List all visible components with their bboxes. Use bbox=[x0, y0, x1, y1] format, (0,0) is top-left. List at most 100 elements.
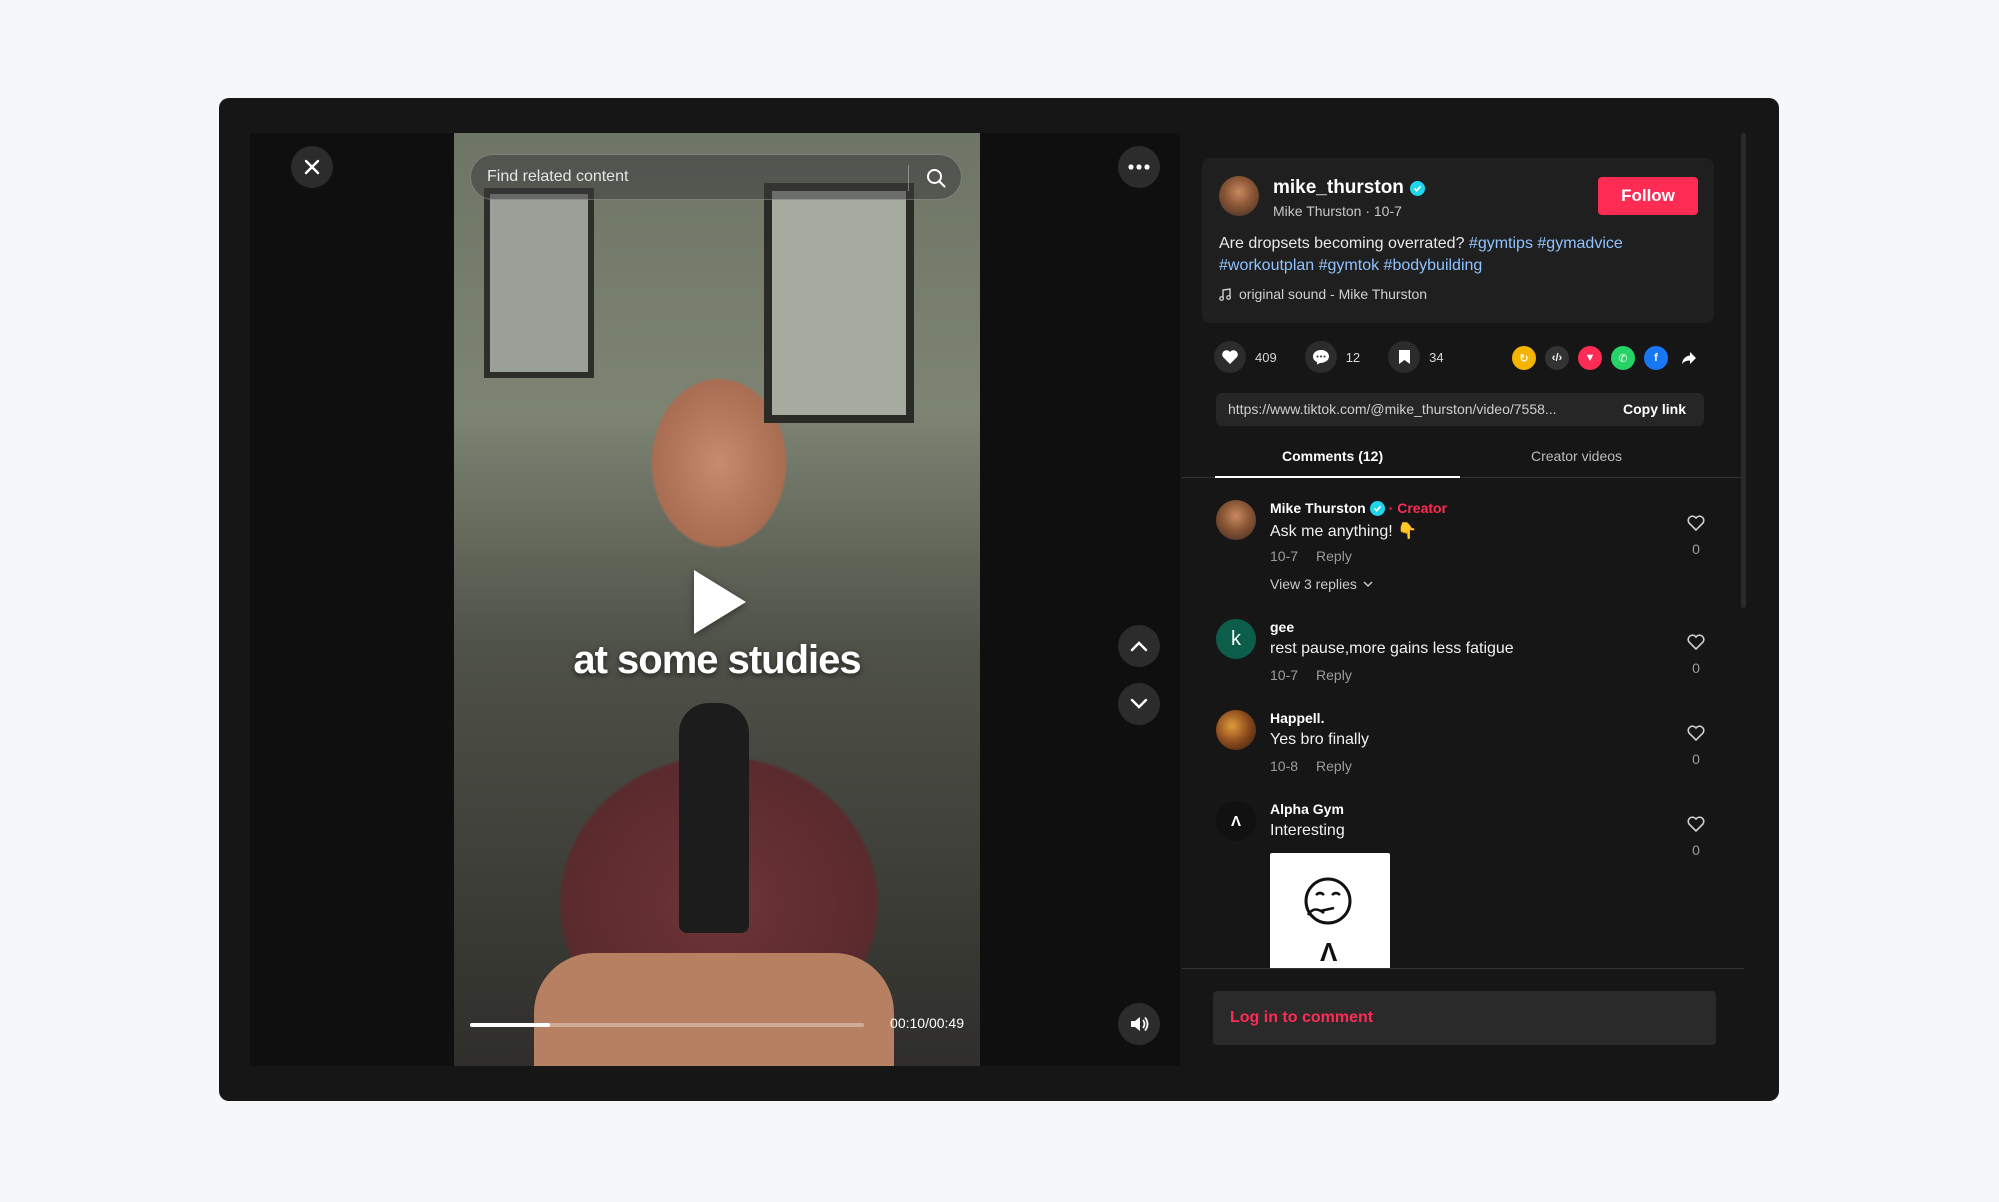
comment-sticker[interactable]: Λ bbox=[1270, 853, 1390, 968]
heart-outline-icon[interactable] bbox=[1686, 815, 1706, 833]
like-count: 409 bbox=[1255, 349, 1277, 365]
hashtag[interactable]: #gymtips bbox=[1469, 235, 1533, 252]
comment-date: 10-8 bbox=[1270, 758, 1299, 774]
comment-text: Interesting bbox=[1270, 822, 1345, 839]
heart-outline-icon[interactable] bbox=[1686, 724, 1706, 742]
repost-icon[interactable]: ↻ bbox=[1512, 346, 1536, 370]
commenter-avatar[interactable]: k bbox=[1216, 619, 1256, 659]
share-arrow-icon[interactable] bbox=[1677, 346, 1701, 370]
commenter-avatar[interactable] bbox=[1216, 710, 1256, 750]
comment-like-count: 0 bbox=[1692, 842, 1700, 858]
view-replies-button[interactable]: View 3 replies bbox=[1270, 576, 1373, 592]
hashtag[interactable]: #workoutplan bbox=[1219, 257, 1314, 274]
embed-icon[interactable]: ‹/› bbox=[1545, 346, 1569, 370]
commenter-name[interactable]: Mike Thurston bbox=[1270, 500, 1366, 516]
comment-action[interactable]: 12 bbox=[1304, 341, 1361, 373]
comment-tabs: Comments (12) Creator videos bbox=[1182, 438, 1742, 478]
comment-date: 10-7 bbox=[1270, 548, 1299, 564]
next-video-button[interactable] bbox=[1118, 683, 1160, 725]
video-modal: at some studies 00:10/00:49 mike_thursto… bbox=[219, 98, 1779, 1101]
whatsapp-icon[interactable]: ✆ bbox=[1611, 346, 1635, 370]
send-icon[interactable]: ▼ bbox=[1578, 346, 1602, 370]
details-sidebar: mike_thurston Mike Thurston · 10-7 Follo… bbox=[1182, 98, 1779, 1101]
search-input[interactable] bbox=[487, 168, 907, 186]
close-button[interactable] bbox=[291, 146, 333, 188]
hashtag[interactable]: #bodybuilding bbox=[1384, 257, 1483, 274]
heart-outline-icon[interactable] bbox=[1686, 514, 1706, 532]
author-avatar[interactable] bbox=[1219, 176, 1259, 216]
commenter-avatar[interactable]: Λ bbox=[1216, 801, 1256, 841]
sticker-logo: Λ bbox=[1320, 937, 1338, 967]
share-url[interactable]: https://www.tiktok.com/@mike_thurston/vi… bbox=[1228, 401, 1598, 417]
copy-link-button[interactable]: Copy link bbox=[1623, 401, 1686, 417]
heart-outline-icon[interactable] bbox=[1686, 633, 1706, 651]
sound-label: original sound - Mike Thurston bbox=[1239, 286, 1428, 302]
hashtag[interactable]: #gymadvice bbox=[1537, 235, 1622, 252]
author-username[interactable]: mike_thurston bbox=[1273, 177, 1404, 199]
comment-meta: 10-8 Reply bbox=[1270, 758, 1352, 774]
video-player[interactable]: at some studies 00:10/00:49 bbox=[454, 133, 980, 1066]
previous-video-button[interactable] bbox=[1118, 625, 1160, 667]
video-description: Are dropsets becoming overrated? #gymtip… bbox=[1219, 233, 1699, 277]
hashtag[interactable]: #gymtok bbox=[1319, 257, 1379, 274]
creator-label: · Creator bbox=[1388, 500, 1448, 516]
commenter-name-row[interactable]: Mike Thurston · Creator bbox=[1270, 500, 1447, 516]
share-link-box: https://www.tiktok.com/@mike_thurston/vi… bbox=[1216, 393, 1704, 426]
commenter-name[interactable]: Alpha Gym bbox=[1270, 801, 1344, 817]
comment-item: Mike Thurston · Creator Ask me anything!… bbox=[1216, 500, 1716, 592]
background-painting bbox=[764, 183, 914, 423]
reply-button[interactable]: Reply bbox=[1316, 548, 1352, 564]
commenter-name[interactable]: gee bbox=[1270, 619, 1294, 635]
author-card: mike_thurston Mike Thurston · 10-7 Follo… bbox=[1202, 158, 1714, 323]
video-stage: at some studies 00:10/00:49 bbox=[250, 133, 1180, 1066]
comment-text: Yes bro finally bbox=[1270, 731, 1370, 748]
follow-button[interactable]: Follow bbox=[1598, 177, 1698, 215]
comment-count: 12 bbox=[1345, 349, 1361, 365]
comment-icon[interactable] bbox=[1304, 341, 1337, 373]
progress-bar[interactable] bbox=[470, 1023, 864, 1027]
comment-item: Λ Alpha Gym Interesting Λ 0 bbox=[1216, 801, 1716, 968]
progress-fill bbox=[470, 1023, 551, 1027]
commenter-name[interactable]: Happell. bbox=[1270, 710, 1324, 726]
more-icon bbox=[1128, 164, 1150, 170]
comment-text: rest pause,more gains less fatigue bbox=[1270, 640, 1514, 657]
verified-icon bbox=[1409, 180, 1425, 196]
close-icon bbox=[304, 159, 320, 175]
play-icon[interactable] bbox=[694, 570, 746, 634]
reply-button[interactable]: Reply bbox=[1316, 758, 1352, 774]
microphone bbox=[679, 703, 749, 933]
comment-like[interactable]: 0 bbox=[1684, 633, 1708, 676]
verified-icon bbox=[1369, 500, 1385, 516]
comment-like-count: 0 bbox=[1692, 541, 1700, 557]
heart-icon[interactable] bbox=[1214, 341, 1246, 373]
save-action[interactable]: 34 bbox=[1388, 341, 1444, 373]
facebook-icon[interactable]: f bbox=[1644, 346, 1668, 370]
comment-like[interactable]: 0 bbox=[1684, 815, 1708, 858]
more-options-button[interactable] bbox=[1118, 146, 1160, 188]
music-note-icon bbox=[1219, 287, 1231, 301]
reply-button[interactable]: Reply bbox=[1316, 667, 1352, 683]
scrollbar[interactable] bbox=[1741, 133, 1746, 608]
comment-divider bbox=[1182, 968, 1744, 969]
chevron-down-icon bbox=[1130, 698, 1148, 709]
comment-like-count: 0 bbox=[1692, 660, 1700, 676]
like-action[interactable]: 409 bbox=[1214, 341, 1277, 373]
search-divider bbox=[908, 165, 909, 191]
share-icons: ↻ ‹/› ▼ ✆ f bbox=[1512, 346, 1701, 370]
comment-like[interactable]: 0 bbox=[1684, 724, 1708, 767]
tab-comments[interactable]: Comments (12) bbox=[1282, 448, 1383, 464]
volume-button[interactable] bbox=[1118, 1003, 1160, 1045]
comment-meta: 10-7 Reply bbox=[1270, 667, 1352, 683]
background-painting bbox=[484, 188, 594, 378]
video-caption: at some studies bbox=[573, 638, 861, 682]
sound-link[interactable]: original sound - Mike Thurston bbox=[1219, 286, 1427, 302]
comment-like[interactable]: 0 bbox=[1684, 514, 1708, 557]
search-bar bbox=[470, 154, 962, 200]
search-icon[interactable] bbox=[925, 167, 947, 189]
author-username-row[interactable]: mike_thurston bbox=[1273, 177, 1425, 199]
commenter-avatar[interactable] bbox=[1216, 500, 1256, 540]
comment-item: Happell. Yes bro finally 10-8 Reply 0 bbox=[1216, 710, 1716, 780]
bookmark-icon[interactable] bbox=[1388, 341, 1421, 373]
tab-creator-videos[interactable]: Creator videos bbox=[1531, 448, 1622, 464]
login-to-comment-button[interactable]: Log in to comment bbox=[1213, 991, 1716, 1045]
